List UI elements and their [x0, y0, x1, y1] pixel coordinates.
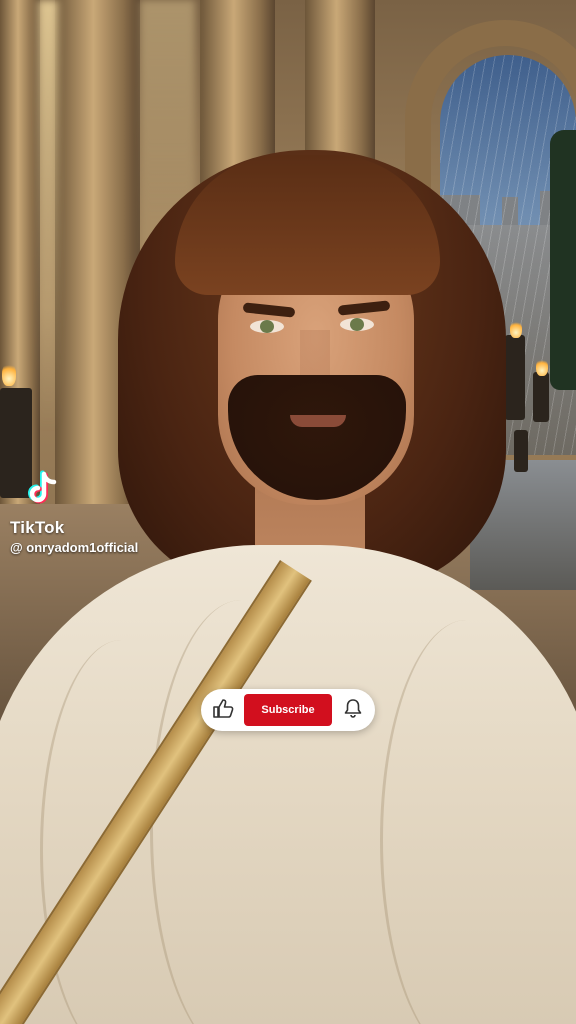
video-frame[interactable] [0, 0, 576, 1024]
torch-stand [505, 335, 525, 420]
tiktok-logo-icon [22, 468, 64, 510]
torch-flame [510, 320, 522, 338]
lamp-post [514, 430, 528, 472]
tiktok-username: @ onryadom1official [10, 540, 139, 555]
bell-icon [344, 698, 362, 723]
tiktok-brand: TikTok [10, 518, 65, 537]
like-button[interactable] [206, 694, 240, 726]
cypress-tree [550, 130, 576, 390]
eye [340, 318, 374, 331]
thumbs-up-icon [212, 698, 234, 723]
torch-flame [536, 358, 548, 376]
notification-bell-button[interactable] [338, 694, 368, 726]
torch-flame [2, 362, 16, 386]
torch-stand [533, 372, 549, 422]
light-ray [38, 0, 58, 430]
mouth [290, 415, 346, 427]
eye [250, 320, 284, 333]
subscribe-button[interactable]: Subscribe [244, 694, 332, 726]
